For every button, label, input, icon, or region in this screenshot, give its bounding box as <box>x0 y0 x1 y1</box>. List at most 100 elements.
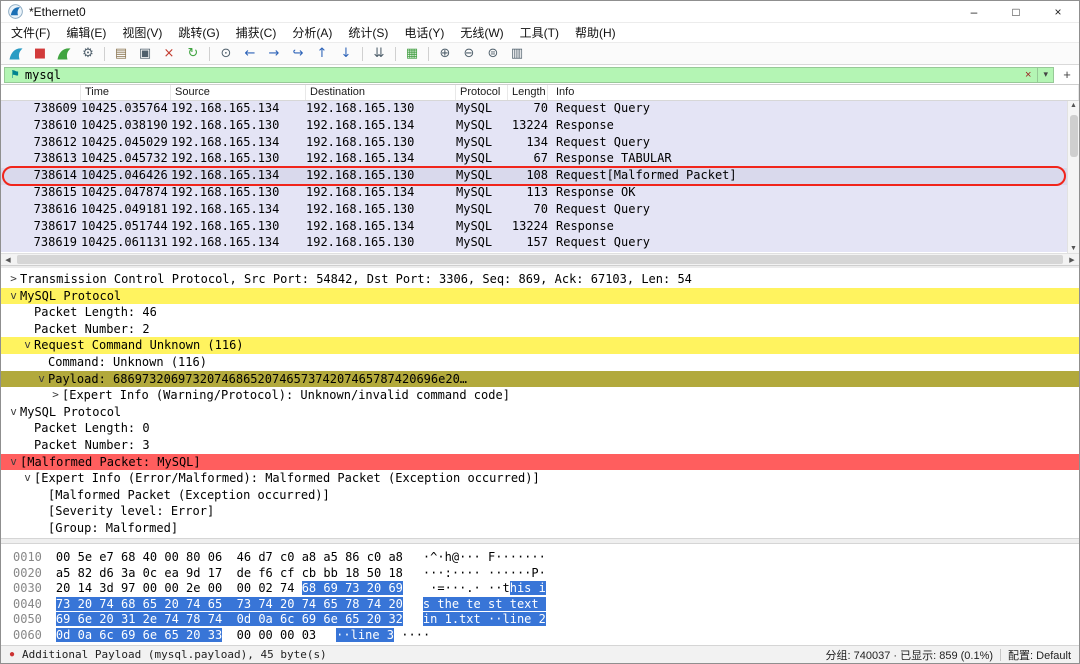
packet-row[interactable]: 738619 10425.061131 192.168.165.134 192.168… <box>1 235 1079 253</box>
menu-item[interactable]: 跳转(G) <box>170 24 227 41</box>
hex-row[interactable]: 0010 00 5e e7 68 40 00 80 06 46 d7 c0 a8 … <box>13 550 1079 566</box>
column-header-info[interactable]: Info <box>548 85 1079 100</box>
protocol-tree-item[interactable]: [Malformed Packet (Exception occurred)] <box>1 487 1079 504</box>
close-button[interactable]: × <box>1037 1 1079 22</box>
stop-capture-icon[interactable]: ■ <box>29 44 51 64</box>
goto-packet-icon[interactable]: ↪ <box>287 44 309 64</box>
column-header-time[interactable]: Time <box>81 85 171 100</box>
resize-columns-icon[interactable]: ▥ <box>506 44 528 64</box>
packet-row[interactable]: 738616 10425.049181 192.168.165.134 192.168… <box>1 201 1079 219</box>
packet-row[interactable]: 738613 10425.045732 192.168.165.130 192.168… <box>1 151 1079 169</box>
expand-arrow-icon[interactable]: v <box>7 288 20 305</box>
hex-row[interactable]: 0060 0d 0a 6c 69 6e 65 20 33 00 00 00 03 ·… <box>13 627 1079 644</box>
zoom-out-icon[interactable]: ⊖ <box>458 44 480 64</box>
packet-row[interactable]: 738614 10425.046426 192.168.165.134 192.168… <box>1 168 1079 185</box>
colorize-icon[interactable]: ▦ <box>401 44 423 64</box>
protocol-tree-item[interactable]: > Transmission Control Protocol, Src Port… <box>1 271 1079 288</box>
protocol-tree-item[interactable]: > [Expert Info (Warning/Protocol): Unknow… <box>1 387 1079 404</box>
horizontal-scrollbar-track[interactable] <box>15 254 1065 265</box>
save-file-icon[interactable]: ▣ <box>134 44 156 64</box>
hex-row[interactable]: 0050 69 6e 20 31 2e 74 78 74 0d 0a 6c 69 … <box>13 612 1079 628</box>
first-packet-icon[interactable]: ↑ <box>311 44 333 64</box>
menu-item[interactable]: 帮助(H) <box>567 24 624 41</box>
hex-gap <box>135 627 143 642</box>
packet-row[interactable]: 738617 10425.051744 192.168.165.130 192.168… <box>1 218 1079 236</box>
display-filter-field[interactable]: ⚑ × ▾ <box>4 66 1054 83</box>
open-file-icon[interactable]: ▤ <box>110 44 132 64</box>
status-profile[interactable]: 配置: Default <box>1008 647 1071 663</box>
minimize-button[interactable]: – <box>953 1 995 22</box>
packet-length: 13224 <box>511 117 548 132</box>
protocol-tree-item[interactable]: Packet Number: 3 <box>1 437 1079 454</box>
scroll-left-icon[interactable]: ◀ <box>1 256 15 264</box>
zoom-in-icon[interactable]: ⊕ <box>434 44 456 64</box>
add-filter-button[interactable]: + <box>1058 67 1076 82</box>
maximize-button[interactable]: □ <box>995 1 1037 22</box>
expand-arrow-icon[interactable]: v <box>35 371 48 388</box>
protocol-tree-item[interactable]: Packet Length: 0 <box>1 420 1079 437</box>
menu-item[interactable]: 统计(S) <box>340 24 396 41</box>
restart-capture-icon[interactable] <box>53 44 75 64</box>
display-filter-input[interactable] <box>24 67 1020 82</box>
protocol-tree-item[interactable]: Packet Length: 46 <box>1 304 1079 321</box>
protocol-tree-item[interactable]: Command: Unknown (116) <box>1 354 1079 371</box>
packet-row[interactable]: 738610 10425.038190 192.168.165.130 192.168… <box>1 117 1079 135</box>
scroll-down-icon[interactable]: ▼ <box>1068 245 1079 252</box>
horizontal-scrollbar[interactable]: ◀ ▶ <box>1 253 1079 265</box>
vertical-scrollbar[interactable]: ▲ ▼ <box>1067 101 1079 253</box>
column-header-destination[interactable]: Destination <box>306 85 456 100</box>
filter-bookmark-icon[interactable]: ⚑ <box>5 68 25 81</box>
column-header-no[interactable] <box>1 85 81 100</box>
packet-info: Response OK <box>556 184 636 199</box>
clear-filter-icon[interactable]: × <box>1019 69 1037 81</box>
expand-arrow-icon[interactable]: v <box>7 404 20 421</box>
back-icon[interactable]: ← <box>239 44 261 64</box>
protocol-tree-item[interactable]: [Severity level: Error] <box>1 503 1079 520</box>
protocol-tree-item[interactable]: v [Malformed Packet: MySQL] <box>1 453 1079 471</box>
expand-arrow-icon[interactable]: > <box>7 271 20 288</box>
protocol-tree-item[interactable]: v Request Command Unknown (116) <box>1 337 1079 354</box>
autoscroll-icon[interactable]: ⇊ <box>368 44 390 64</box>
menu-item[interactable]: 电话(Y) <box>396 24 452 41</box>
zoom-100-icon[interactable]: ⊜ <box>482 44 504 64</box>
packet-row[interactable]: 738609 10425.035764 192.168.165.134 192.168… <box>1 101 1079 118</box>
capture-options-icon[interactable]: ⚙ <box>77 44 99 64</box>
column-header-length[interactable]: Length <box>508 85 548 100</box>
forward-icon[interactable]: → <box>263 44 285 64</box>
protocol-tree-item[interactable]: v MySQL Protocol <box>1 287 1079 305</box>
menu-item[interactable]: 编辑(E) <box>58 24 114 41</box>
close-file-icon[interactable]: × <box>158 44 180 64</box>
scroll-right-icon[interactable]: ▶ <box>1065 256 1079 264</box>
expand-arrow-icon[interactable]: v <box>7 454 20 471</box>
reload-icon[interactable]: ↻ <box>182 44 204 64</box>
packet-row[interactable]: 738615 10425.047874 192.168.165.130 192.168… <box>1 184 1079 202</box>
protocol-tree-item[interactable]: [Group: Malformed] <box>1 520 1079 537</box>
expand-arrow-icon[interactable]: v <box>21 470 34 487</box>
column-header-source[interactable]: Source <box>171 85 306 100</box>
horizontal-scrollbar-thumb[interactable] <box>17 255 1063 264</box>
protocol-tree-item[interactable]: v [Expert Info (Error/Malformed): Malform… <box>1 470 1079 487</box>
last-packet-icon[interactable]: ↓ <box>335 44 357 64</box>
protocol-tree-item[interactable]: v Payload: 686973206973207468652074657374… <box>1 370 1079 388</box>
expand-arrow-icon[interactable]: > <box>49 387 62 404</box>
menu-item[interactable]: 视图(V) <box>114 24 170 41</box>
hex-row[interactable]: 0040 73 20 74 68 65 20 74 65 73 74 20 74 … <box>13 596 1079 613</box>
menu-item[interactable]: 无线(W) <box>452 24 511 41</box>
menu-item[interactable]: 分析(A) <box>284 24 340 41</box>
find-packet-icon[interactable]: ⊙ <box>215 44 237 64</box>
start-capture-icon[interactable] <box>5 44 27 64</box>
menu-item[interactable]: 捕获(C) <box>228 24 285 41</box>
filter-dropdown-icon[interactable]: ▾ <box>1037 67 1053 82</box>
hex-row[interactable]: 0030 20 14 3d 97 00 00 2e 00 00 02 74 68 … <box>13 581 1079 597</box>
packet-row[interactable]: 738612 10425.045029 192.168.165.134 192.168… <box>1 134 1079 152</box>
scroll-up-icon[interactable]: ▲ <box>1068 102 1079 109</box>
menu-item[interactable]: 文件(F) <box>3 24 58 41</box>
column-header-protocol[interactable]: Protocol <box>456 85 508 100</box>
menu-item[interactable]: 工具(T) <box>512 24 567 41</box>
expand-arrow-icon[interactable]: v <box>21 337 34 354</box>
protocol-tree-item[interactable]: Packet Number: 2 <box>1 321 1079 338</box>
expert-info-icon[interactable]: ● <box>9 649 15 660</box>
vertical-scrollbar-thumb[interactable] <box>1070 115 1078 157</box>
protocol-tree-item[interactable]: v MySQL Protocol <box>1 404 1079 421</box>
hex-row[interactable]: 0020 a5 82 d6 3a 0c ea 9d 17 de f6 cf cb … <box>13 566 1079 582</box>
